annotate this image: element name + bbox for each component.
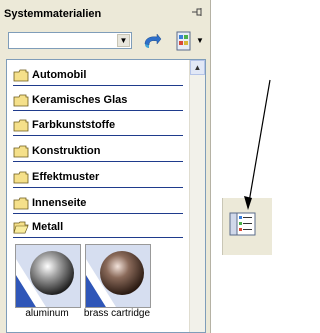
apply-button[interactable] <box>141 30 163 52</box>
thumbnail-view-icon <box>176 31 191 51</box>
folder-label: Keramisches Glas <box>32 94 128 106</box>
panel-toolbar: ▼ ▼ <box>8 29 208 53</box>
sphere-preview-icon <box>86 245 150 307</box>
folder-icon <box>13 171 29 184</box>
panel-title: Systemmaterialien <box>4 8 102 20</box>
materials-panel: Systemmaterialien ▼ ▼ ▲ Automobil Kerami… <box>0 0 211 333</box>
folder-icon <box>13 94 29 107</box>
chevron-down-icon[interactable]: ▼ <box>117 34 130 47</box>
folder-label: Konstruktion <box>32 145 101 157</box>
folder-label: Automobil <box>32 69 87 81</box>
folder-label: Innenseite <box>32 197 87 209</box>
material-thumbnail[interactable] <box>85 244 151 308</box>
folder-label: Farbkunststoffe <box>32 119 116 131</box>
open-folder-icon <box>13 221 29 234</box>
side-toolbar-empty <box>222 255 272 333</box>
folder-item[interactable]: Konstruktion <box>13 142 183 162</box>
material-label: aluminum <box>25 308 69 319</box>
pin-icon[interactable] <box>190 6 204 21</box>
folder-item[interactable]: Farbkunststoffe <box>13 116 183 136</box>
return-arrow-icon <box>144 33 162 48</box>
annotation-arrow <box>244 79 271 210</box>
sphere-preview-icon <box>16 245 80 307</box>
folder-icon <box>13 119 29 132</box>
folder-icon <box>13 69 29 82</box>
folder-item[interactable]: Automobil <box>13 66 183 86</box>
view-options-button[interactable]: ▼ <box>174 30 204 52</box>
folder-item[interactable]: Innenseite <box>13 194 183 214</box>
folder-item[interactable]: Keramisches Glas <box>13 91 183 111</box>
folder-icon <box>13 197 29 210</box>
material-label: brass cartridge <box>83 308 151 319</box>
folder-label: Effektmuster <box>32 171 100 183</box>
material-thumbnail[interactable] <box>15 244 81 308</box>
scroll-up-arrow-icon[interactable]: ▲ <box>190 60 205 75</box>
folder-item-open[interactable]: Metall <box>13 218 183 238</box>
folder-icon <box>13 145 29 158</box>
folder-label: Metall <box>32 221 64 233</box>
folder-item[interactable]: Effektmuster <box>13 168 183 188</box>
vertical-scrollbar[interactable]: ▲ <box>189 60 205 332</box>
material-tree: ▲ Automobil Keramisches Glas Farbkunstst… <box>6 59 206 333</box>
material-search-combo[interactable]: ▼ <box>8 32 132 49</box>
chevron-down-icon: ▼ <box>196 36 204 45</box>
